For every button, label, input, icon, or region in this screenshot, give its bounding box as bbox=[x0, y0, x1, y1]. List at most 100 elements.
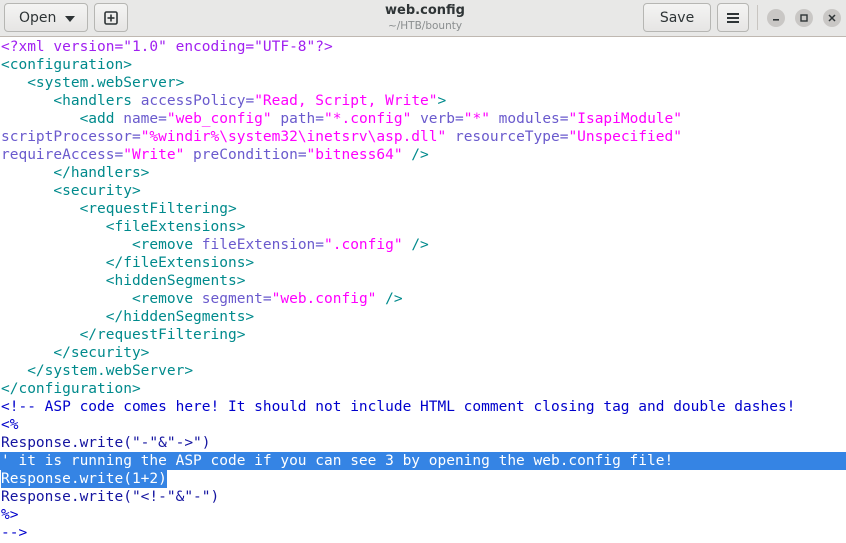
header-separator bbox=[757, 5, 758, 30]
code-token: <security> bbox=[1, 183, 141, 199]
window-title: web.config bbox=[385, 3, 465, 18]
code-token: </fileExtensions> bbox=[1, 255, 255, 271]
code-line: <?xml version="1.0" encoding="UTF-8"?> bbox=[1, 38, 333, 56]
code-line: <remove fileExtension=".config" /> bbox=[1, 236, 429, 254]
code-line: --> bbox=[1, 524, 27, 542]
close-button[interactable] bbox=[823, 9, 841, 27]
header-bar: Open web.config ~/HTB/bounty Save bbox=[0, 0, 846, 37]
code-token: requireAccess= bbox=[1, 147, 124, 163]
title-area: web.config ~/HTB/bounty bbox=[300, 2, 550, 33]
code-token: "Read, Script, Write" bbox=[254, 93, 438, 109]
code-line: </handlers> bbox=[1, 164, 149, 182]
code-token: </handlers> bbox=[1, 165, 150, 181]
code-token: <% bbox=[1, 417, 19, 433]
open-button[interactable]: Open bbox=[4, 3, 88, 32]
code-line: <% bbox=[1, 416, 18, 434]
code-token: </system.webServer> bbox=[1, 363, 194, 379]
code-line: Response.write("<!-"&"-") bbox=[1, 488, 219, 506]
code-token: <system.webServer> bbox=[1, 75, 185, 91]
code-token: Response.write("<!-"&"-") bbox=[1, 489, 220, 505]
code-line: </system.webServer> bbox=[1, 362, 193, 380]
code-line: </requestFiltering> bbox=[1, 326, 246, 344]
code-token: <configuration> bbox=[1, 57, 132, 73]
code-token: preCondition= bbox=[184, 147, 307, 163]
code-token: Response.write("-"&"->") bbox=[1, 435, 211, 451]
code-token: ".config" bbox=[324, 237, 403, 253]
code-line: <security> bbox=[1, 182, 141, 200]
code-token: --> bbox=[1, 525, 28, 541]
minimize-button[interactable] bbox=[767, 9, 785, 27]
save-button[interactable]: Save bbox=[643, 3, 711, 32]
code-token: accessPolicy= bbox=[140, 93, 255, 109]
code-token: "*.config" bbox=[324, 111, 412, 127]
code-line: <!-- ASP code comes here! It should not … bbox=[1, 398, 795, 416]
maximize-icon bbox=[800, 14, 808, 22]
code-token: modules= bbox=[489, 111, 569, 127]
code-line: <hiddenSegments> bbox=[1, 272, 246, 290]
code-line: <system.webServer> bbox=[1, 74, 184, 92]
close-icon bbox=[828, 14, 836, 22]
code-token: <fileExtensions> bbox=[1, 219, 246, 235]
open-button-label: Open bbox=[19, 9, 57, 26]
hamburger-icon bbox=[727, 12, 739, 23]
maximize-button[interactable] bbox=[795, 9, 813, 27]
selected-code-line: ' it is running the ASP code if you can … bbox=[0, 452, 846, 470]
code-token: name= bbox=[123, 111, 167, 127]
code-token: verb= bbox=[411, 111, 464, 127]
code-token: path= bbox=[271, 111, 325, 127]
code-line: </hiddenSegments> bbox=[1, 308, 254, 326]
code-token: %> bbox=[1, 507, 19, 523]
code-line: <configuration> bbox=[1, 56, 132, 74]
code-token: > bbox=[437, 93, 447, 109]
code-token: "IsapiModule" bbox=[568, 111, 683, 127]
new-document-button[interactable] bbox=[94, 3, 128, 32]
code-line: </security> bbox=[1, 344, 149, 362]
code-token: "web.config" bbox=[271, 291, 377, 307]
code-line: <requestFiltering> bbox=[1, 200, 237, 218]
code-token: <add bbox=[1, 111, 124, 127]
code-line: <remove segment="web.config" /> bbox=[1, 290, 403, 308]
code-token: <?xml version="1.0" encoding="UTF-8"?> bbox=[1, 39, 333, 55]
code-token: </security> bbox=[1, 345, 150, 361]
code-token: "*" bbox=[463, 111, 490, 127]
code-token: <handlers bbox=[1, 93, 141, 109]
code-token: "web_config" bbox=[166, 111, 272, 127]
minimize-icon bbox=[773, 19, 779, 21]
code-token: resourceType= bbox=[446, 129, 569, 145]
code-line: Response.write("-"&"->") bbox=[1, 434, 211, 452]
code-token: <requestFiltering> bbox=[1, 201, 237, 217]
code-token: "%windir%\system32\inetsrv\asp.dll" bbox=[140, 129, 447, 145]
window-subtitle: ~/HTB/bounty bbox=[387, 20, 463, 32]
code-token: </hiddenSegments> bbox=[1, 309, 255, 325]
code-token: <remove bbox=[1, 291, 202, 307]
code-token: /> bbox=[402, 237, 429, 253]
code-token: <remove bbox=[1, 237, 202, 253]
code-token: "bitness64" bbox=[306, 147, 403, 163]
code-line: requireAccess="Write" preCondition="bitn… bbox=[1, 146, 429, 164]
code-token: ' it is running the ASP code if you can … bbox=[1, 453, 674, 469]
chevron-down-icon bbox=[65, 16, 75, 22]
code-token: Response.write(1+2) bbox=[1, 471, 167, 487]
code-token: "Write" bbox=[123, 147, 185, 163]
code-token: segment= bbox=[201, 291, 272, 307]
code-token: fileExtension= bbox=[201, 237, 325, 253]
code-token: <hiddenSegments> bbox=[1, 273, 246, 289]
menu-button[interactable] bbox=[717, 3, 749, 32]
code-token: "Unspecified" bbox=[568, 129, 682, 145]
code-line: <add name="web_config" path="*.config" v… bbox=[1, 110, 682, 128]
code-token: /> bbox=[402, 147, 429, 163]
save-button-label: Save bbox=[659, 9, 695, 26]
selected-code-line: Response.write(1+2) bbox=[1, 470, 167, 488]
code-token: /> bbox=[376, 291, 403, 307]
new-tab-icon bbox=[104, 10, 118, 25]
text-editor[interactable]: <?xml version="1.0" encoding="UTF-8"?> <c… bbox=[0, 38, 846, 543]
code-line: <fileExtensions> bbox=[1, 218, 246, 236]
code-line: <handlers accessPolicy="Read, Script, Wr… bbox=[1, 92, 446, 110]
code-token: <!-- ASP code comes here! It should not … bbox=[1, 399, 796, 415]
code-token: </requestFiltering> bbox=[1, 327, 246, 343]
code-line: </fileExtensions> bbox=[1, 254, 254, 272]
code-line: scriptProcessor="%windir%\system32\inets… bbox=[1, 128, 682, 146]
code-token: scriptProcessor= bbox=[1, 129, 141, 145]
code-line: </configuration> bbox=[1, 380, 141, 398]
code-line: %> bbox=[1, 506, 18, 524]
